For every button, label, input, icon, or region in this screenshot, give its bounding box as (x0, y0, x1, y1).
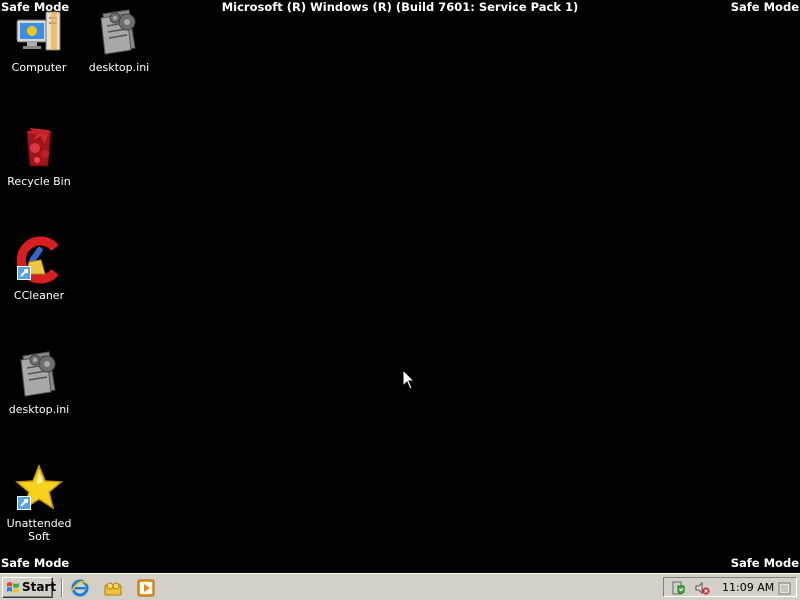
system-tray: 11:09 AM (663, 577, 797, 597)
desktop-icon-label: desktop.ini (88, 61, 150, 74)
star-shortcut-icon (15, 463, 63, 512)
desktop-icon-unattended-soft[interactable]: Unattended Soft (1, 463, 77, 543)
internet-explorer-icon[interactable] (71, 579, 89, 597)
start-label: Start (22, 580, 57, 594)
clock[interactable]: 11:09 AM (722, 580, 774, 595)
computer-icon (15, 8, 63, 56)
settings-file-icon (15, 350, 63, 398)
start-button[interactable]: Start (2, 577, 57, 598)
action-center-icon[interactable] (670, 580, 686, 596)
show-desktop-icon[interactable] (776, 580, 792, 596)
ccleaner-icon (15, 236, 63, 284)
mouse-pointer-icon (402, 369, 416, 390)
settings-file-icon (95, 8, 143, 56)
desktop-icon-recycle-bin[interactable]: Recycle Bin (1, 122, 77, 188)
desktop-icon-label: CCleaner (13, 289, 65, 302)
desktop-icon-ccleaner[interactable]: CCleaner (1, 236, 77, 302)
media-player-icon[interactable] (137, 579, 155, 597)
desktop-icon-computer[interactable]: Computer (1, 8, 77, 74)
taskbar: Start 11:09 AM (0, 573, 800, 600)
safe-mode-label-bottom-right: Safe Mode (730, 556, 799, 570)
folder-users-icon[interactable] (104, 579, 122, 597)
desktop-icon-label: Computer (11, 61, 67, 74)
desktop-icon-desktop-ini[interactable]: desktop.ini (1, 350, 77, 416)
quick-launch-separator (61, 578, 63, 597)
windows-logo-icon (7, 582, 19, 593)
recycle-bin-icon (15, 122, 63, 170)
desktop-icon-label: desktop.ini (8, 403, 70, 416)
desktop-icon-label: Recycle Bin (7, 175, 71, 188)
safe-mode-label-bottom-left: Safe Mode (1, 556, 70, 570)
volume-muted-icon[interactable] (694, 580, 710, 596)
desktop-icon-label: Unattended Soft (6, 517, 72, 543)
desktop-icon-desktop-ini[interactable]: desktop.ini (81, 8, 157, 74)
safe-mode-label-top-right: Safe Mode (730, 0, 799, 14)
